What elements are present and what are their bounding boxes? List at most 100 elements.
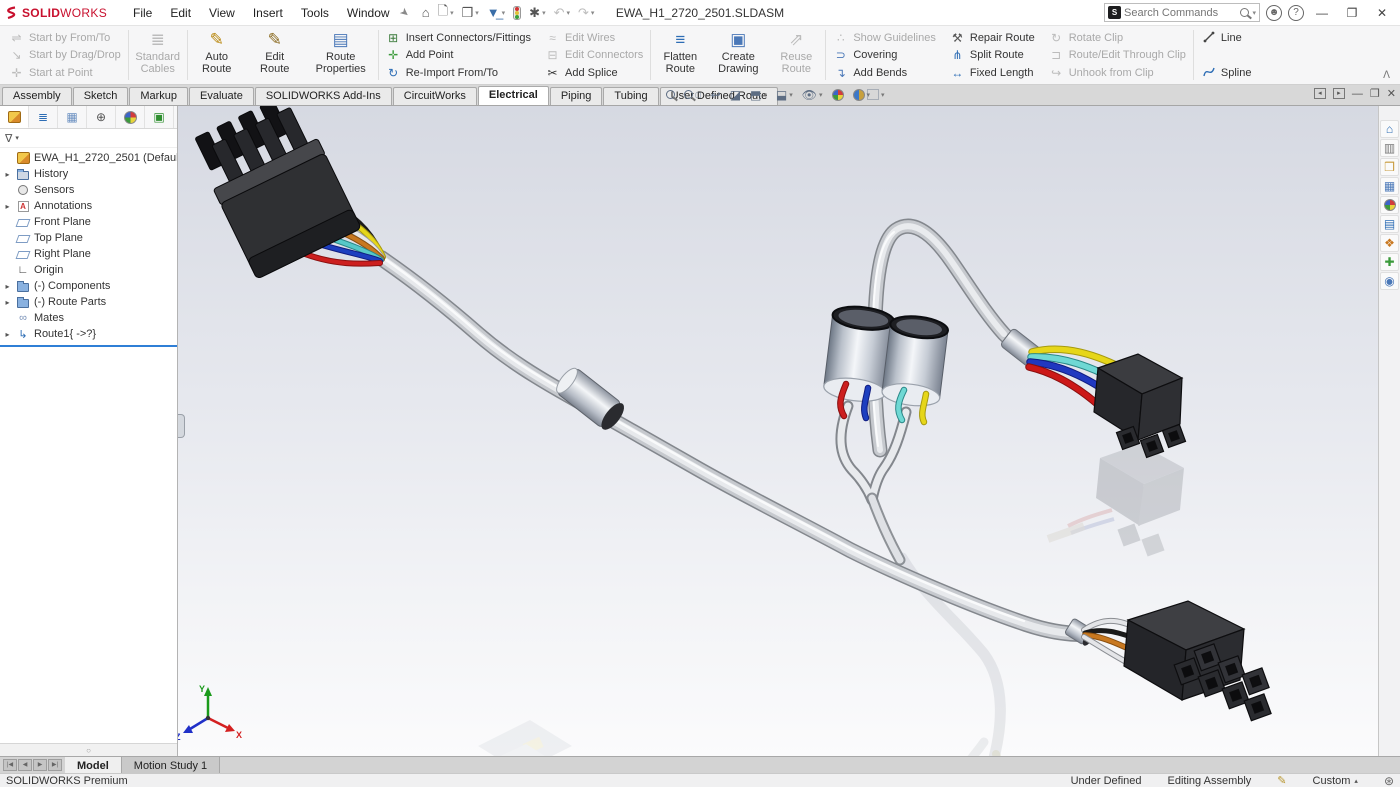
search-scope-icon[interactable]: S [1108, 6, 1121, 19]
menu-window[interactable]: Window [339, 3, 398, 23]
auto-route-button[interactable]: ✎Auto Route [192, 28, 242, 82]
tree-item-right-plane[interactable]: ▸Right Plane [0, 246, 177, 262]
design-library-icon[interactable]: ▥ [1380, 139, 1399, 157]
spline-button[interactable]: Spline [1198, 64, 1255, 81]
chevron-up-icon[interactable]: ▴ [1354, 777, 1358, 785]
model-tab[interactable]: Model [65, 757, 122, 773]
tree-item-route1[interactable]: ▸↳Route1{ ->?} [0, 326, 177, 342]
panel-scrollbar[interactable]: ○ [0, 743, 177, 756]
edit-route-button[interactable]: ✎Edit Route [250, 28, 300, 82]
filter-icon[interactable]: ∇ [5, 132, 12, 145]
propertymanager-tab[interactable]: ≣ [29, 106, 58, 128]
panel-splitter-handle[interactable] [178, 414, 185, 438]
chevron-down-icon[interactable]: ▾ [475, 9, 479, 17]
chevron-down-icon[interactable]: ▾ [450, 9, 454, 17]
view-palette-icon[interactable]: ▦ [1380, 177, 1399, 195]
menu-view[interactable]: View [201, 3, 243, 23]
split-route-button[interactable]: ⋔Split Route [947, 47, 1038, 64]
tab-evaluate[interactable]: Evaluate [189, 87, 254, 105]
menu-file[interactable]: File [125, 3, 160, 23]
tree-item-mates[interactable]: ▸∞Mates [0, 310, 177, 326]
search-input[interactable] [1124, 7, 1237, 19]
user-account-icon[interactable]: ☻ [1266, 5, 1282, 21]
add-bends-button[interactable]: ↴Add Bends [830, 64, 939, 81]
expand-arrow-icon[interactable]: ▸ [3, 282, 12, 291]
save-button[interactable]: ▼̲▾ [484, 3, 508, 22]
covering-button[interactable]: ⊃Covering [830, 47, 939, 64]
tab-circuitworks[interactable]: CircuitWorks [393, 87, 477, 105]
flatten-route-button[interactable]: ≡Flatten Route [655, 28, 705, 82]
expand-arrow-icon[interactable]: ▸ [3, 298, 12, 307]
tree-item-front-plane[interactable]: ▸Front Plane [0, 214, 177, 230]
view-settings-icon[interactable]: ⃞▾ [879, 86, 885, 103]
chevron-down-icon[interactable]: ▾ [542, 9, 546, 17]
tab-solidworks-addins[interactable]: SOLIDWORKS Add-Ins [255, 87, 392, 105]
ribbon-collapse-icon[interactable]: ᐱ [1375, 68, 1398, 83]
file-explorer-icon[interactable]: ❒ [1380, 158, 1399, 176]
inspection-icon[interactable]: ◉ [1380, 272, 1399, 290]
first-sheet-icon[interactable]: |◀ [3, 759, 17, 771]
doc-restore-button[interactable]: ❐ [1370, 87, 1380, 100]
tree-item-sensors[interactable]: ▸Sensors [0, 182, 177, 198]
expand-arrow-icon[interactable]: ▸ [3, 170, 12, 179]
displaymanager-tab[interactable] [116, 106, 145, 128]
tab-piping[interactable]: Piping [550, 87, 603, 105]
config-selector[interactable]: Custom ▴ [1313, 775, 1358, 787]
next-sheet-icon[interactable]: ▶ [33, 759, 47, 771]
add-point-button[interactable]: ✛Add Point [383, 47, 534, 64]
pin-menu-icon[interactable]: ➤ [396, 5, 411, 21]
menu-tools[interactable]: Tools [293, 3, 337, 23]
create-drawing-button[interactable]: ▣Create Drawing [713, 28, 763, 82]
expand-arrow-icon[interactable]: ▸ [3, 202, 12, 211]
graphics-viewport[interactable]: Y X Z [178, 106, 1378, 756]
collapse-right-pane-icon[interactable]: ▸ [1333, 88, 1345, 99]
previous-view-icon[interactable]: ↩ [711, 88, 721, 102]
tab-tubing[interactable]: Tubing [603, 87, 658, 105]
splice-cylinder-right[interactable] [881, 313, 949, 408]
tree-item-top-plane[interactable]: ▸Top Plane [0, 230, 177, 246]
display-style-icon[interactable]: ⬓▾ [776, 88, 793, 102]
tree-item-components[interactable]: ▸(-) Components [0, 278, 177, 294]
menu-edit[interactable]: Edit [162, 3, 199, 23]
line-button[interactable]: Line [1198, 29, 1255, 46]
open-button[interactable]: ❒▾ [459, 3, 482, 23]
custom-properties-icon[interactable]: ▤ [1380, 215, 1399, 233]
tree-item-origin[interactable]: ▸∟Origin [0, 262, 177, 278]
zoom-to-area-icon[interactable]: ▢ [684, 90, 702, 99]
apply-scene-icon[interactable]: ▾ [853, 89, 871, 101]
tree-item-route-parts[interactable]: ▸(-) Route Parts [0, 294, 177, 310]
view-orientation-icon[interactable]: ⬒▾ [750, 88, 767, 102]
performance-button[interactable] [510, 4, 524, 22]
prev-sheet-icon[interactable]: ◀ [18, 759, 32, 771]
dimxpertmanager-tab[interactable]: ⊕ [87, 106, 116, 128]
tab-electrical[interactable]: Electrical [478, 86, 549, 105]
home-button[interactable]: ⌂ [419, 3, 433, 22]
new-document-button[interactable]: 🗋▾ [435, 0, 457, 26]
route-properties-button[interactable]: ▤Route Properties [308, 28, 374, 82]
close-button[interactable]: ✕ [1370, 4, 1394, 22]
fixed-length-button[interactable]: ↔Fixed Length [947, 64, 1038, 81]
doc-close-button[interactable]: ✕ [1387, 87, 1396, 100]
edit-appearance-icon[interactable] [832, 89, 844, 101]
cam-tab[interactable]: ▣ [145, 106, 174, 128]
resources-home-icon[interactable]: ⌂ [1380, 120, 1399, 138]
options-button[interactable]: ✱▾ [526, 3, 548, 23]
tree-root[interactable]: ▸EWA_H1_2720_2501 (Default) <Display Sta [0, 150, 177, 166]
reimport-fromto-button[interactable]: ↻Re-Import From/To [383, 64, 534, 81]
tab-markup[interactable]: Markup [129, 87, 188, 105]
tab-assembly[interactable]: Assembly [2, 87, 72, 105]
viewport-3d[interactable]: Y X Z [178, 106, 1378, 756]
chevron-down-icon[interactable]: ▾ [15, 134, 19, 142]
collapse-left-pane-icon[interactable]: ◂ [1314, 88, 1326, 99]
repair-route-button[interactable]: ⚒Repair Route [947, 29, 1038, 46]
search-commands-box[interactable]: S ▾ [1104, 3, 1260, 22]
last-sheet-icon[interactable]: ▶| [48, 759, 62, 771]
help-icon[interactable]: ? [1288, 5, 1304, 21]
expand-arrow-icon[interactable]: ▸ [3, 330, 12, 339]
restore-button[interactable]: ❐ [1340, 4, 1364, 22]
search-icon[interactable] [1240, 8, 1249, 17]
tree-item-history[interactable]: ▸History [0, 166, 177, 182]
chevron-down-icon[interactable]: ▾ [502, 9, 506, 17]
routing-library-icon[interactable]: ❖ [1380, 234, 1399, 252]
motion-study-tab[interactable]: Motion Study 1 [122, 757, 220, 773]
